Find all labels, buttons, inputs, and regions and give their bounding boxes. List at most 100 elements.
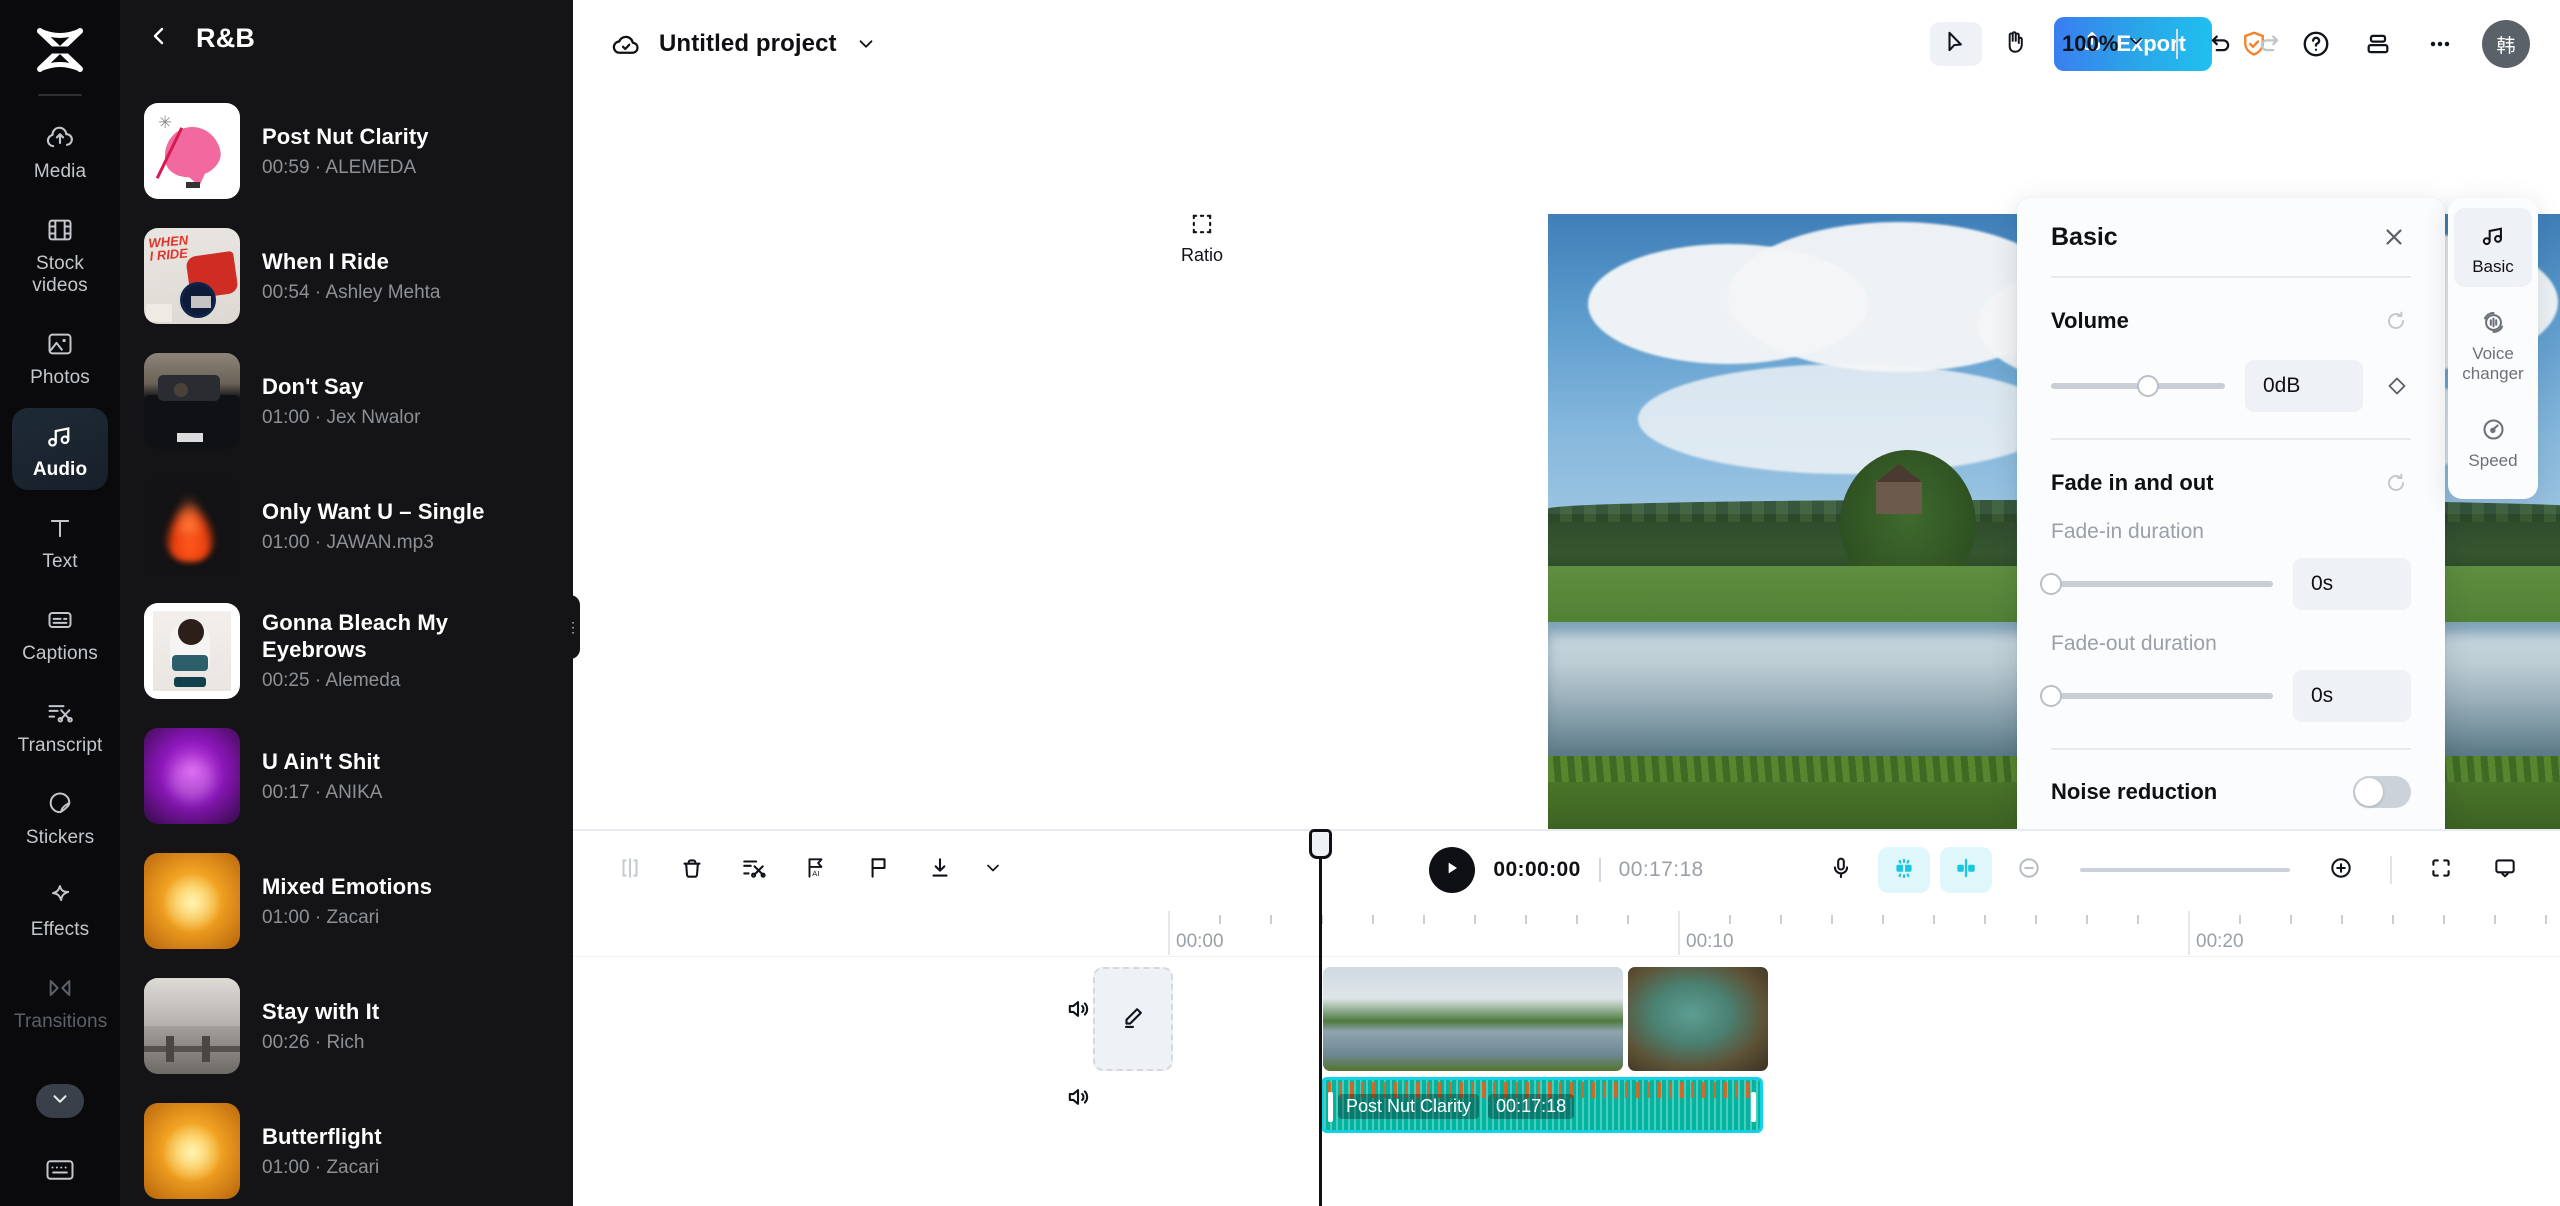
undo-button[interactable] (2198, 22, 2242, 66)
tab-basic[interactable]: Basic (2454, 208, 2532, 287)
sidebar-item-text[interactable]: Text (12, 500, 108, 582)
redo-button[interactable] (2248, 22, 2292, 66)
sidebar-item-photos[interactable]: Photos (12, 316, 108, 398)
rail-collapse-button[interactable] (36, 1084, 84, 1118)
zoom-out-button[interactable] (2002, 846, 2056, 894)
close-icon[interactable] (2377, 220, 2411, 254)
video-clip-lotus[interactable] (1628, 967, 1768, 1071)
list-item[interactable]: Don't Say 01:00 · Jex Nwalor (120, 338, 573, 463)
track-title: Gonna Bleach My Eyebrows (262, 609, 553, 663)
volume-slider[interactable] (2051, 383, 2225, 389)
sidebar-item-transcript[interactable]: Transcript (12, 684, 108, 766)
avatar[interactable]: 韩 (2482, 20, 2530, 68)
timeline-toolbar: AI (573, 831, 2560, 909)
fade-in-value-input[interactable]: 0s (2293, 558, 2411, 610)
noise-reduction-toggle[interactable] (2353, 776, 2411, 808)
delete-button[interactable] (665, 846, 719, 894)
fade-out-slider-knob[interactable] (2040, 685, 2062, 707)
split-button[interactable] (603, 846, 657, 894)
album-art (144, 603, 240, 699)
flag-icon (865, 855, 891, 886)
track-artist: Zacari (326, 1157, 379, 1178)
panel-layout-icon[interactable] (2358, 24, 2398, 64)
sidebar-item-transitions[interactable]: Transitions (12, 960, 108, 1042)
ai-marker-button[interactable]: AI (789, 846, 843, 894)
sidebar-item-media[interactable]: Media (12, 110, 108, 192)
main-area: Untitled project (573, 0, 2560, 1206)
auto-cut-button[interactable] (727, 846, 781, 894)
more-dots-icon[interactable] (2420, 24, 2460, 64)
sidebar-item-stickers[interactable]: Stickers (12, 776, 108, 858)
chevron-down-icon[interactable] (853, 31, 879, 57)
tab-voice-changer[interactable]: Voice changer (2454, 295, 2532, 394)
list-item[interactable]: Only Want U – Single 01:00 · JAWAN.mp3 (120, 463, 573, 588)
timeline-zoom-slider[interactable] (2080, 868, 2290, 872)
audio-clip[interactable]: Post Nut Clarity 00:17:18 (1321, 1077, 1763, 1133)
capcut-logo-icon[interactable] (29, 22, 91, 78)
volume-slider-knob[interactable] (2137, 375, 2159, 397)
list-item[interactable]: ✳ Post Nut Clarity 00:59 · ALEMEDA (120, 88, 573, 213)
list-item[interactable]: Stay with It 00:26 · Rich (120, 963, 573, 1088)
list-item[interactable]: U Ain't Shit 00:17 · ANIKA (120, 713, 573, 838)
diamond-keyframe-icon[interactable] (2383, 372, 2411, 400)
tab-label: Basic (2472, 257, 2514, 277)
ratio-button[interactable]: Ratio (1163, 198, 1241, 276)
zoom-level-select[interactable]: 100% (2046, 31, 2156, 57)
reset-circular-arrow-icon[interactable] (2381, 306, 2411, 336)
playhead-handle[interactable] (1309, 829, 1332, 859)
fit-to-screen-button[interactable] (2414, 846, 2468, 894)
sidebar-item-captions[interactable]: Captions (12, 592, 108, 674)
list-item[interactable]: Butterflight 01:00 · Zacari (120, 1088, 573, 1206)
reset-circular-arrow-icon[interactable] (2381, 468, 2411, 498)
record-voiceover-button[interactable] (1814, 846, 1868, 894)
zoom-in-button[interactable] (2314, 846, 2368, 894)
preview-house (1876, 480, 1922, 514)
noise-reduction-label: Noise reduction (2051, 779, 2217, 805)
question-circle-icon[interactable] (2296, 24, 2336, 64)
audio-track-mute-button[interactable] (1043, 1083, 1113, 1116)
fade-in-slider[interactable] (2051, 581, 2273, 587)
list-item[interactable]: Mixed Emotions 01:00 · Zacari (120, 838, 573, 963)
pencil-edit-icon (1119, 1003, 1147, 1036)
playhead[interactable] (1319, 831, 1322, 1206)
hand-tool-button[interactable] (1988, 22, 2040, 66)
preview-monitor-button[interactable] (2478, 846, 2532, 894)
align-clips-button[interactable] (1940, 847, 1992, 893)
hand-icon (2001, 29, 2027, 60)
beats-marker-button[interactable] (1878, 847, 1930, 893)
toolbar-divider (2176, 29, 2178, 59)
list-item[interactable]: WHENI RIDE When I Ride 00:54 · Ashley Me… (120, 213, 573, 338)
list-item[interactable]: Gonna Bleach My Eyebrows 00:25 · Alemeda (120, 588, 573, 713)
chevron-left-icon (147, 24, 171, 53)
fade-in-slider-knob[interactable] (2040, 573, 2062, 595)
marker-button[interactable] (851, 846, 905, 894)
track-duration: 00:26 (262, 1032, 310, 1053)
track-duration: 00:59 (262, 157, 310, 178)
track-artist: ANIKA (325, 782, 382, 803)
download-caret[interactable] (975, 846, 1011, 894)
video-clip-lake[interactable] (1323, 967, 1623, 1071)
fade-out-slider[interactable] (2051, 693, 2273, 699)
download-button[interactable] (913, 846, 967, 894)
fade-in-slider-row: 0s (2051, 558, 2411, 610)
sidebar-item-stock-videos[interactable]: Stock videos (12, 202, 108, 306)
keyboard-shortcuts-button[interactable] (0, 1157, 120, 1188)
project-name[interactable]: Untitled project (659, 30, 837, 58)
play-button[interactable] (1429, 847, 1475, 893)
timeline-ruler[interactable]: 00:00 00:10 00:20 00:30 (573, 909, 2560, 957)
clip-right-handle[interactable] (1751, 1092, 1756, 1122)
volume-value-input[interactable]: 0dB (2245, 360, 2363, 412)
transcript-scissors-icon (43, 695, 77, 729)
fade-out-value-input[interactable]: 0s (2293, 670, 2411, 722)
back-button[interactable] (144, 23, 174, 53)
sidebar-item-effects[interactable]: Effects (12, 868, 108, 950)
clip-left-handle[interactable] (1328, 1092, 1333, 1122)
sidebar-item-audio[interactable]: Audio (12, 408, 108, 490)
video-edit-placeholder[interactable] (1093, 967, 1173, 1071)
tab-speed[interactable]: Speed (2454, 402, 2532, 481)
fade-label: Fade in and out (2051, 470, 2214, 496)
select-tool-button[interactable] (1930, 22, 1982, 66)
panel-resize-handle[interactable]: ⋮ (566, 595, 580, 659)
track-duration: 00:25 (262, 670, 310, 691)
zoom-level-value: 100% (2062, 31, 2118, 57)
